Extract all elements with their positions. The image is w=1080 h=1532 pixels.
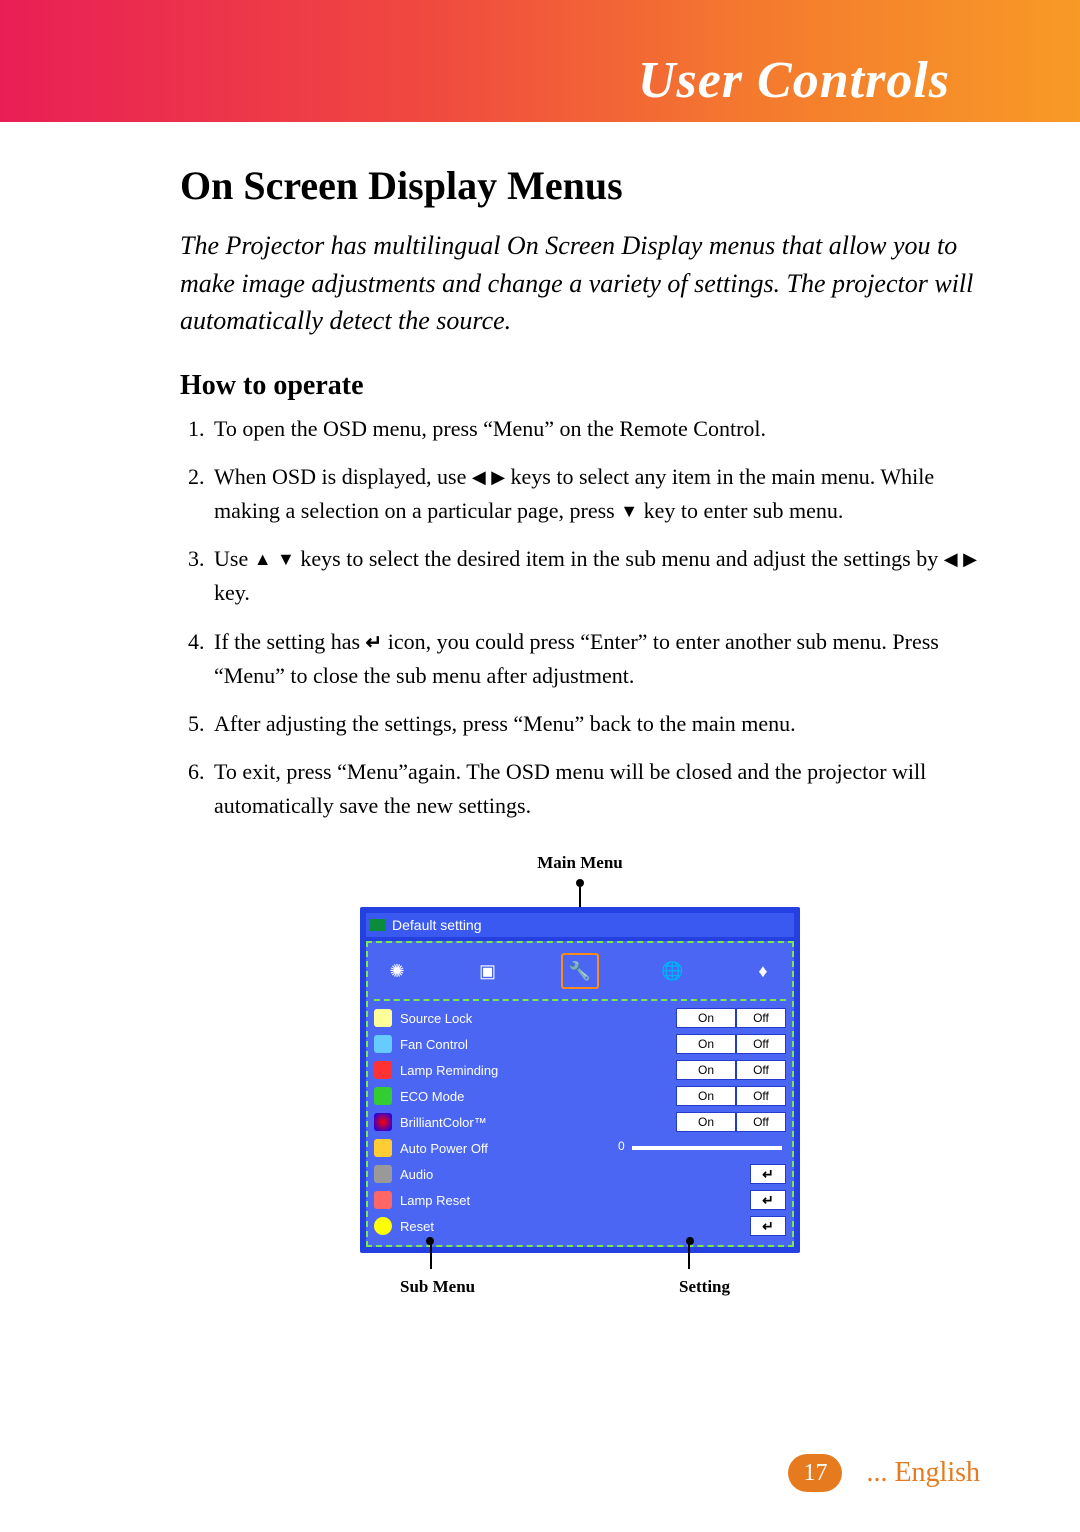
annot-line-submenu [430,1243,432,1269]
tab-management-icon[interactable]: 🔧 [561,953,599,989]
tab-display-icon[interactable]: ▣ [471,955,505,987]
flag-icon [370,919,386,931]
page-header: User Controls [0,0,1080,122]
dot-icon [426,1237,434,1245]
lamp-reset-icon [374,1191,392,1209]
osd-window-title: Default setting [392,917,482,933]
page-footer: 17 ... English [788,1454,980,1492]
eco-icon [374,1087,392,1105]
reset-icon [374,1217,392,1235]
fan-icon [374,1035,392,1053]
step-4a: If the setting has [214,629,366,654]
step-3a: Use [214,546,254,571]
section-title: On Screen Display Menus [180,162,980,209]
step-6: To exit, press “Menu”again. The OSD menu… [210,755,980,823]
enter-submenu-icon[interactable]: ↵ [750,1216,786,1236]
on-button[interactable]: On [676,1034,736,1054]
language-label: ... English [866,1457,980,1489]
color-icon [374,1113,392,1131]
arrow-down-icon: ▼ [277,546,295,574]
section-subtitle: How to operate [180,370,980,402]
step-2a: When OSD is displayed, use [214,464,472,489]
tab-language-icon[interactable]: 🌐 [656,955,690,987]
enter-submenu-icon[interactable]: ↵ [750,1164,786,1184]
row-label: Auto Power Off [400,1141,540,1156]
slider-value: 0 [618,1139,625,1153]
row-label: Audio [400,1167,540,1182]
arrow-right-icon: ▶ [963,546,977,574]
pointer-dot-icon [576,879,584,887]
annotations: Sub Menu Setting [360,1277,800,1297]
off-button[interactable]: Off [736,1112,786,1132]
on-button[interactable]: On [676,1086,736,1106]
row-label: Source Lock [400,1011,540,1026]
toggle[interactable]: On Off [676,1086,786,1106]
arrow-up-icon: ▲ [254,546,272,574]
step-5: After adjusting the settings, press “Men… [210,707,980,741]
enter-submenu-icon[interactable]: ↵ [750,1190,786,1210]
off-button[interactable]: Off [736,1060,786,1080]
row-lamp-reset[interactable]: Lamp Reset ↵ [374,1187,786,1213]
osd-window: Default setting ✺ ▣ 🔧 🌐 ♦ Source Lock On… [360,907,800,1253]
power-off-icon [374,1139,392,1157]
arrow-left-icon: ◀ [472,464,486,492]
on-button[interactable]: On [676,1008,736,1028]
tab-image-icon[interactable]: ✺ [380,955,414,987]
step-3: Use ▲ ▼ keys to select the desired item … [210,542,980,610]
slider[interactable]: 0 [632,1146,782,1150]
row-label: BrilliantColor™ [400,1115,540,1130]
step-4: If the setting has ↵ icon, you could pre… [210,625,980,693]
row-brilliant-color[interactable]: BrilliantColor™ On Off [374,1109,786,1135]
annot-line-setting [688,1243,690,1269]
steps-list: To open the OSD menu, press “Menu” on th… [180,412,980,823]
page-number: 17 [788,1454,842,1492]
osd-tab-row: ✺ ▣ 🔧 🌐 ♦ [374,949,786,1001]
sub-menu-label: Sub Menu [400,1277,475,1297]
row-eco-mode[interactable]: ECO Mode On Off [374,1083,786,1109]
row-reset[interactable]: Reset ↵ [374,1213,786,1239]
row-label: Fan Control [400,1037,540,1052]
content-area: On Screen Display Menus The Projector ha… [0,122,1080,1297]
toggle[interactable]: On Off [676,1008,786,1028]
off-button[interactable]: Off [736,1086,786,1106]
off-button[interactable]: Off [736,1034,786,1054]
pointer-line [579,887,581,907]
dot-icon [686,1237,694,1245]
source-lock-icon [374,1009,392,1027]
osd-titlebar: Default setting [366,913,794,937]
row-label: Lamp Reminding [400,1063,540,1078]
toggle[interactable]: On Off [676,1060,786,1080]
row-label: Lamp Reset [400,1193,540,1208]
row-label: ECO Mode [400,1089,540,1104]
toggle[interactable]: On Off [676,1034,786,1054]
osd-diagram: Main Menu Default setting ✺ ▣ 🔧 🌐 ♦ Sour… [360,853,800,1297]
on-button[interactable]: On [676,1112,736,1132]
row-fan-control[interactable]: Fan Control On Off [374,1031,786,1057]
row-label: Reset [400,1219,540,1234]
section-intro: The Projector has multilingual On Screen… [180,227,980,340]
arrow-left-icon: ◀ [944,546,958,574]
arrow-down-icon: ▼ [620,498,638,526]
step-3c: key. [214,580,250,605]
step-2: When OSD is displayed, use ◀ ▶ keys to s… [210,460,980,528]
setting-label: Setting [679,1277,730,1297]
arrow-right-icon: ▶ [491,464,505,492]
off-button[interactable]: Off [736,1008,786,1028]
osd-body: ✺ ▣ 🔧 🌐 ♦ Source Lock On Off Fan [366,941,794,1247]
step-1: To open the OSD menu, press “Menu” on th… [210,412,980,446]
main-menu-label: Main Menu [360,853,800,873]
on-button[interactable]: On [676,1060,736,1080]
header-title: User Controls [638,51,950,110]
step-2c: key to enter sub menu. [644,498,844,523]
row-auto-power-off[interactable]: Auto Power Off 0 [374,1135,786,1161]
lamp-remind-icon [374,1061,392,1079]
row-source-lock[interactable]: Source Lock On Off [374,1005,786,1031]
toggle[interactable]: On Off [676,1112,786,1132]
audio-icon [374,1165,392,1183]
step-3b: keys to select the desired item in the s… [300,546,943,571]
enter-icon: ↵ [366,628,383,659]
row-audio[interactable]: Audio ↵ [374,1161,786,1187]
row-lamp-reminding[interactable]: Lamp Reminding On Off [374,1057,786,1083]
tab-lamp-icon[interactable]: ♦ [746,955,780,987]
